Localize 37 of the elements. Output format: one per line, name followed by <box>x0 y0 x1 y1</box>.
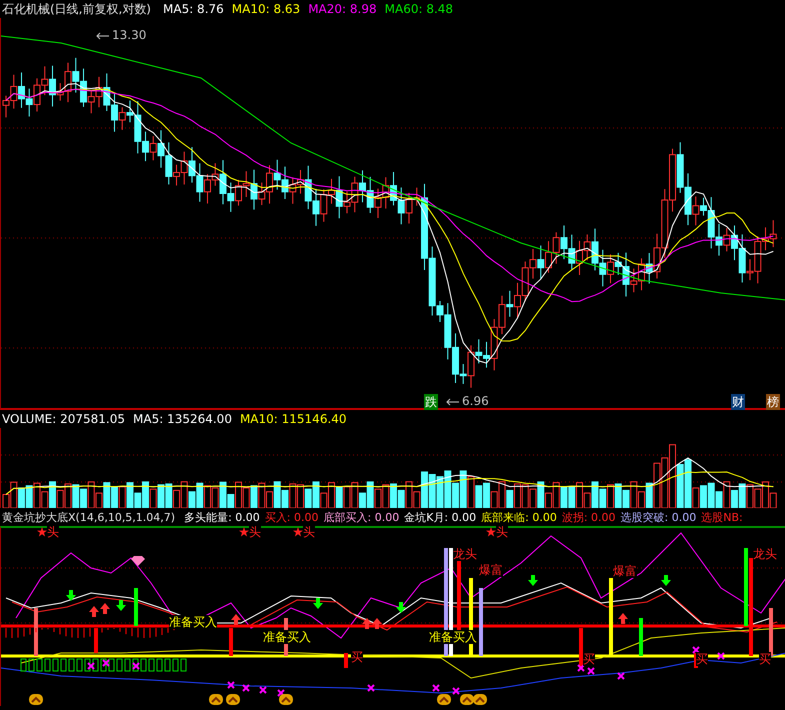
signal-badge: 榜 <box>766 394 780 410</box>
indicator-value: VOLUME: 207581.05 <box>2 412 125 426</box>
indicator-value: 选股突破: 0.00 <box>620 510 696 524</box>
signal-label: 买 <box>583 652 595 666</box>
signal-label: 龙头 <box>753 547 777 561</box>
signal-badge: 跌 <box>424 394 438 410</box>
indicator-value: 买入: 0.00 <box>264 510 318 524</box>
indicator-value: 波拐: 0.00 <box>562 510 616 524</box>
indicator-title: 石化机械(日线,前复权,对数) <box>2 0 151 18</box>
signal-label: 爆富 <box>613 564 637 578</box>
indicator-title: 黄金坑抄大底X(14,6,10,5,1.04,7) <box>2 510 176 524</box>
indicator-value: 底部买入: 0.00 <box>324 510 400 524</box>
indicator-value: MA10: 115146.40 <box>240 412 347 426</box>
signal-label: 准备买入 <box>169 615 217 629</box>
signal-label: 头 <box>303 525 315 539</box>
indicator-value: 选股NB: <box>701 510 743 524</box>
signal-label: 头 <box>496 525 508 539</box>
signal-label: 买 <box>696 652 708 666</box>
signal-label: 准备买入 <box>429 630 477 644</box>
indicator-value: 金坑K月: 0.00 <box>404 510 476 524</box>
indicator-value: 底部来临: 0.00 <box>481 510 557 524</box>
signal-badge: 财 <box>731 394 745 410</box>
signal-label: 龙头 <box>453 547 477 561</box>
indicator-value: MA5: 135264.00 <box>133 412 232 426</box>
indicator-value: MA10: 8.63 <box>232 2 300 16</box>
signal-label: 买 <box>351 650 363 664</box>
signal-label: 头 <box>249 525 261 539</box>
signal-label: 头 <box>47 525 59 539</box>
signal-label: 准备买入 <box>263 630 311 644</box>
indicator-value: 多头能量: 0.00 <box>184 510 260 524</box>
indicator-value: MA5: 8.76 <box>163 2 224 16</box>
signal-label: 买 <box>759 652 771 666</box>
price-label: 13.30 <box>112 28 146 42</box>
indicator-value: MA20: 8.98 <box>308 2 377 16</box>
price-label: 6.96 <box>462 394 489 408</box>
indicator-value: MA60: 8.48 <box>384 2 454 16</box>
signal-label: 爆富 <box>479 563 503 577</box>
